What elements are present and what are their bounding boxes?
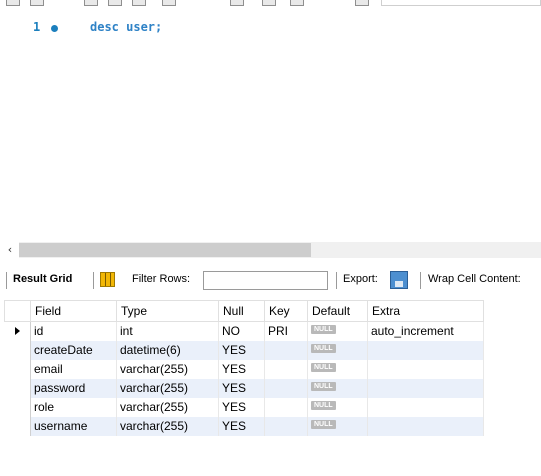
cell-default[interactable]: NULL bbox=[307, 397, 368, 417]
current-row-arrow-icon bbox=[14, 327, 20, 336]
cell-key[interactable] bbox=[264, 378, 308, 398]
null-badge: NULL bbox=[311, 420, 336, 429]
export-label: Export: bbox=[343, 273, 378, 285]
column-header-extra[interactable]: Extra bbox=[367, 300, 484, 322]
find-icon[interactable] bbox=[290, 0, 304, 6]
execute-icon[interactable] bbox=[84, 0, 98, 6]
editor-horizontal-scrollbar[interactable]: ‹ bbox=[0, 241, 541, 259]
row-marker[interactable] bbox=[4, 416, 31, 436]
cell-extra[interactable] bbox=[367, 340, 484, 360]
table-row[interactable]: email varchar(255) YES NULL bbox=[4, 359, 484, 379]
row-marker[interactable] bbox=[4, 340, 31, 360]
column-header-type[interactable]: Type bbox=[116, 300, 219, 322]
row-marker[interactable] bbox=[4, 397, 31, 417]
divider bbox=[6, 272, 7, 289]
cell-null[interactable]: NO bbox=[218, 321, 265, 341]
null-badge: NULL bbox=[311, 344, 336, 353]
header-row: Field Type Null Key Default Extra bbox=[4, 300, 484, 322]
save-icon[interactable] bbox=[6, 0, 20, 6]
scroll-thumb[interactable] bbox=[19, 243, 311, 257]
table-row[interactable]: role varchar(255) YES NULL bbox=[4, 397, 484, 417]
column-header-field[interactable]: Field bbox=[30, 300, 117, 322]
statement-marker-icon bbox=[51, 25, 58, 32]
cell-extra[interactable] bbox=[367, 416, 484, 436]
cell-default[interactable]: NULL bbox=[307, 378, 368, 398]
row-marker[interactable] bbox=[4, 359, 31, 379]
null-badge: NULL bbox=[311, 325, 336, 335]
cell-default[interactable]: NULL bbox=[307, 416, 368, 436]
null-badge: NULL bbox=[311, 382, 336, 391]
cell-null[interactable]: YES bbox=[218, 340, 265, 360]
toggle-output-icon[interactable] bbox=[230, 0, 244, 6]
divider bbox=[336, 272, 337, 289]
cell-field[interactable]: role bbox=[30, 397, 117, 417]
sql-code[interactable]: desc user; bbox=[90, 20, 162, 34]
result-grid[interactable]: Field Type Null Key Default Extra id int… bbox=[4, 300, 504, 436]
beautify-icon[interactable] bbox=[262, 0, 276, 6]
cell-extra[interactable] bbox=[367, 378, 484, 398]
cell-extra[interactable]: auto_increment bbox=[367, 321, 484, 341]
null-badge: NULL bbox=[311, 363, 336, 372]
cell-type[interactable]: varchar(255) bbox=[116, 378, 219, 398]
cell-field[interactable]: createDate bbox=[30, 340, 117, 360]
column-header-default[interactable]: Default bbox=[307, 300, 368, 322]
cell-extra[interactable] bbox=[367, 359, 484, 379]
stop-icon[interactable] bbox=[162, 0, 176, 6]
row-marker[interactable] bbox=[4, 378, 31, 398]
cell-type[interactable]: datetime(6) bbox=[116, 340, 219, 360]
cell-type[interactable]: int bbox=[116, 321, 219, 341]
cell-field[interactable]: password bbox=[30, 378, 117, 398]
grid-view-icon[interactable] bbox=[100, 272, 115, 287]
execute-current-icon[interactable] bbox=[108, 0, 122, 6]
scroll-left-icon[interactable]: ‹ bbox=[3, 242, 17, 258]
column-header-null[interactable]: Null bbox=[218, 300, 265, 322]
cell-key[interactable]: PRI bbox=[264, 321, 308, 341]
cell-default[interactable]: NULL bbox=[307, 340, 368, 360]
cell-type[interactable]: varchar(255) bbox=[116, 359, 219, 379]
cell-key[interactable] bbox=[264, 359, 308, 379]
sql-editor[interactable]: 1 desc user; bbox=[0, 9, 541, 241]
invisible-chars-icon[interactable] bbox=[355, 0, 369, 6]
line-number: 1 bbox=[33, 20, 41, 34]
divider bbox=[420, 272, 421, 289]
cell-key[interactable] bbox=[264, 397, 308, 417]
table-row[interactable]: username varchar(255) YES NULL bbox=[4, 416, 484, 436]
row-marker-header bbox=[4, 300, 31, 322]
divider bbox=[93, 272, 94, 289]
cell-key[interactable] bbox=[264, 340, 308, 360]
export-icon[interactable] bbox=[390, 271, 408, 289]
cell-null[interactable]: YES bbox=[218, 397, 265, 417]
filter-rows-label: Filter Rows: bbox=[132, 273, 191, 285]
table-row[interactable]: id int NO PRI NULL auto_increment bbox=[4, 321, 484, 341]
cell-null[interactable]: YES bbox=[218, 359, 265, 379]
null-badge: NULL bbox=[311, 401, 336, 410]
cell-key[interactable] bbox=[264, 416, 308, 436]
cell-default[interactable]: NULL bbox=[307, 359, 368, 379]
cell-field[interactable]: email bbox=[30, 359, 117, 379]
row-marker[interactable] bbox=[4, 321, 31, 341]
cell-extra[interactable] bbox=[367, 397, 484, 417]
cell-null[interactable]: YES bbox=[218, 416, 265, 436]
filter-rows-input[interactable] bbox=[203, 271, 328, 290]
wrap-cell-content-label: Wrap Cell Content: bbox=[428, 273, 521, 285]
open-icon[interactable] bbox=[30, 0, 44, 6]
cell-type[interactable]: varchar(255) bbox=[116, 397, 219, 417]
cell-type[interactable]: varchar(255) bbox=[116, 416, 219, 436]
table-row[interactable]: password varchar(255) YES NULL bbox=[4, 378, 484, 398]
column-header-key[interactable]: Key bbox=[264, 300, 308, 322]
result-toolbar: Result Grid Filter Rows: Export: Wrap Ce… bbox=[0, 268, 541, 292]
cell-field[interactable]: username bbox=[30, 416, 117, 436]
result-table: Field Type Null Key Default Extra id int… bbox=[4, 300, 484, 436]
cell-null[interactable]: YES bbox=[218, 378, 265, 398]
editor-line: 1 desc user; bbox=[0, 20, 541, 38]
limit-rows-select[interactable] bbox=[381, 0, 541, 6]
table-row[interactable]: createDate datetime(6) YES NULL bbox=[4, 340, 484, 360]
cell-field[interactable]: id bbox=[30, 321, 117, 341]
result-grid-tab[interactable]: Result Grid bbox=[13, 273, 72, 285]
cell-default[interactable]: NULL bbox=[307, 321, 368, 341]
editor-toolbar bbox=[0, 0, 541, 9]
explain-icon[interactable] bbox=[132, 0, 146, 6]
